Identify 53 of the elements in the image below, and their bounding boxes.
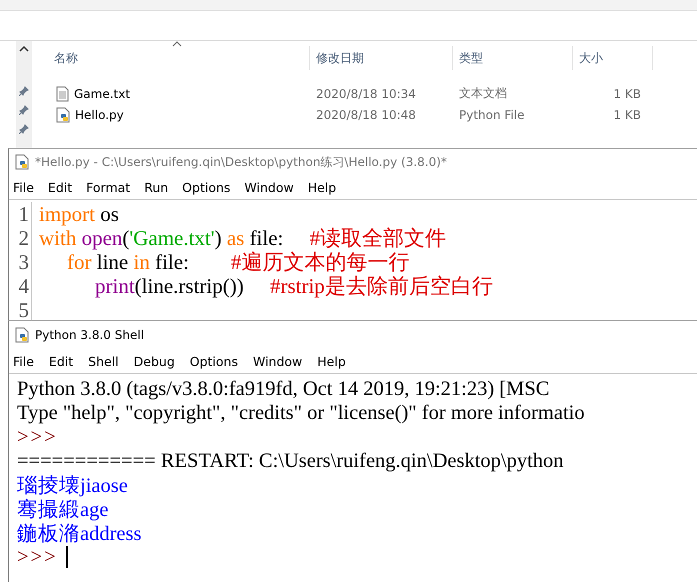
shell-output: Python 3.8.0 (tags/v3.8.0:fa919fd, Oct 14 2019, 19:21:23) [MSC	[17, 378, 550, 400]
code-line: import os	[38, 202, 119, 226]
pin-icon[interactable]	[19, 105, 29, 115]
file-size: 1 KB	[612, 108, 642, 122]
menu-item[interactable]: File	[13, 354, 34, 368]
shell-output: 鍦板潃address	[17, 522, 142, 547]
menu-item[interactable]: File	[13, 180, 34, 194]
file-name[interactable]: Hello.py	[75, 108, 124, 122]
window-title: Python 3.8.0 Shell	[35, 328, 144, 342]
file-size: 1 KB	[612, 86, 642, 100]
python-file-icon	[15, 327, 29, 343]
column-header[interactable]: 大小	[573, 46, 653, 70]
menu-item[interactable]: Shell	[88, 354, 119, 368]
menu-item[interactable]: Window	[252, 354, 302, 368]
menu-item[interactable]: Window	[244, 180, 294, 194]
column-header[interactable]: 类型	[453, 46, 573, 70]
file-date: 2020/8/18 10:34	[315, 86, 417, 100]
shell-output: 瑙掕壊jiaose	[17, 474, 128, 498]
column-header[interactable]: 修改日期	[310, 46, 453, 70]
menu-item[interactable]: Options	[182, 180, 230, 194]
shell-output: 骞撮緞age	[17, 498, 108, 523]
file-type: 文本文档	[458, 85, 508, 102]
window-title: *Hello.py - C:\Users\ruifeng.qin\Desktop\python练习\Hello.py (3.8.0)*	[35, 154, 447, 170]
column-header[interactable]: 名称	[48, 46, 310, 70]
file-type: Python File	[458, 108, 526, 122]
file-date: 2020/8/18 10:48	[315, 108, 417, 122]
shell-prompt: >>>	[17, 426, 58, 448]
scroll-up-icon[interactable]	[19, 45, 29, 52]
pin-icon[interactable]	[19, 124, 29, 134]
file-name[interactable]: Game.txt	[74, 86, 130, 100]
menu-item[interactable]: Debug	[134, 354, 175, 368]
python-file-icon	[56, 106, 70, 122]
pin-icon[interactable]	[19, 86, 29, 96]
menu-item[interactable]: Format	[86, 180, 130, 194]
sort-caret-icon	[172, 41, 182, 47]
menu-item[interactable]: Help	[308, 180, 336, 194]
code-line: with open('Game.txt') as file: #读取全部文件	[38, 226, 446, 250]
line-number: 1	[9, 202, 32, 226]
shell-output: Type "help", "copyright", "credits" or "license()" for more informatio	[17, 402, 585, 424]
python-file-icon	[15, 154, 29, 170]
menu-item[interactable]: Edit	[48, 180, 72, 194]
shell-prompt: >>>	[17, 546, 58, 568]
text-file-icon	[56, 86, 69, 102]
code-line: for line in file: #遍历文本的每一行	[66, 250, 410, 274]
menu-item[interactable]: Run	[144, 180, 168, 194]
menu-item[interactable]: Options	[190, 354, 238, 368]
menu-item[interactable]: Edit	[48, 354, 74, 368]
line-number: 4	[9, 274, 32, 298]
code-line: print(line.rstrip()) #rstrip是去除前后空白行	[94, 274, 493, 298]
line-number: 2	[9, 226, 32, 250]
shell-output: ============ RESTART: C:\Users\ruifeng.qin\Desktop\python	[17, 450, 564, 472]
line-number: 3	[9, 250, 32, 274]
menu-item[interactable]: Help	[317, 354, 346, 368]
